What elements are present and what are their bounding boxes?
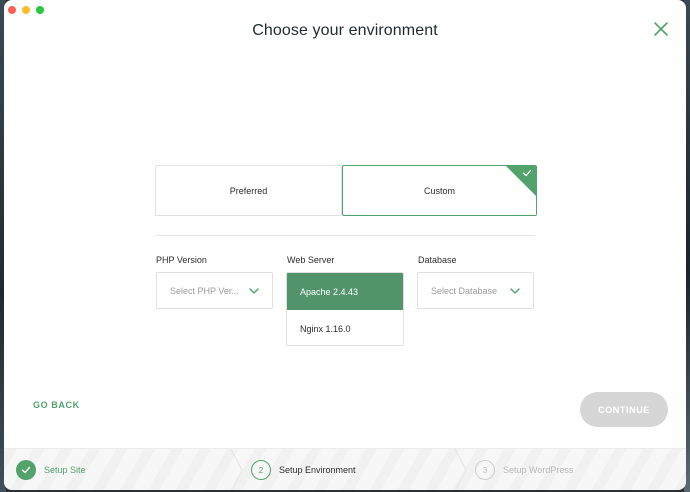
step-complete-badge [16, 460, 36, 480]
database-label: Database [418, 255, 457, 265]
environment-option-custom[interactable]: Custom [342, 165, 537, 216]
step-label: Setup WordPress [503, 465, 574, 475]
step-number-badge: 2 [251, 460, 271, 480]
php-version-placeholder: Select PHP Ver... [170, 285, 239, 296]
window-minimize-dot[interactable] [22, 6, 30, 14]
php-version-select[interactable]: Select PHP Ver... [156, 272, 273, 309]
php-version-label: PHP Version [156, 255, 207, 265]
window-close-dot[interactable] [8, 6, 16, 14]
web-server-label: Web Server [287, 255, 335, 265]
web-server-dropdown[interactable]: Apache 2.4.43 Nginx 1.16.0 [286, 272, 404, 346]
step-setup-site[interactable]: Setup Site [16, 449, 86, 490]
web-server-option-nginx[interactable]: Nginx 1.16.0 [287, 310, 403, 345]
step-label: Setup Site [44, 465, 86, 475]
app-window: Choose your environment Preferred Custom… [4, 0, 686, 490]
checkmark-icon [21, 466, 31, 474]
step-setup-environment[interactable]: 2 Setup Environment [251, 449, 356, 490]
go-back-button[interactable]: GO BACK [33, 400, 80, 410]
chevron-down-icon [249, 288, 259, 294]
window-controls [8, 6, 44, 14]
environment-option-label: Preferred [229, 185, 268, 196]
environment-option-preferred[interactable]: Preferred [155, 165, 342, 216]
chevron-down-icon [510, 288, 520, 294]
section-divider [155, 235, 535, 236]
environment-option-label: Custom [423, 185, 455, 196]
step-setup-wordpress[interactable]: 3 Setup WordPress [475, 449, 573, 490]
checkmark-icon [522, 169, 532, 177]
step-label: Setup Environment [279, 465, 356, 475]
step-separator [230, 449, 243, 490]
web-server-option-apache[interactable]: Apache 2.4.43 [287, 273, 403, 310]
continue-button[interactable]: CONTINUE [580, 392, 668, 427]
database-placeholder: Select Database [431, 285, 498, 296]
step-number-badge: 3 [475, 460, 495, 480]
window-zoom-dot[interactable] [36, 6, 44, 14]
setup-steps-bar: Setup Site 2 Setup Environment 3 Setup W… [4, 448, 686, 490]
close-icon[interactable] [652, 20, 670, 38]
step-separator [454, 449, 467, 490]
page-title: Choose your environment [252, 22, 438, 39]
database-select[interactable]: Select Database [417, 272, 534, 309]
